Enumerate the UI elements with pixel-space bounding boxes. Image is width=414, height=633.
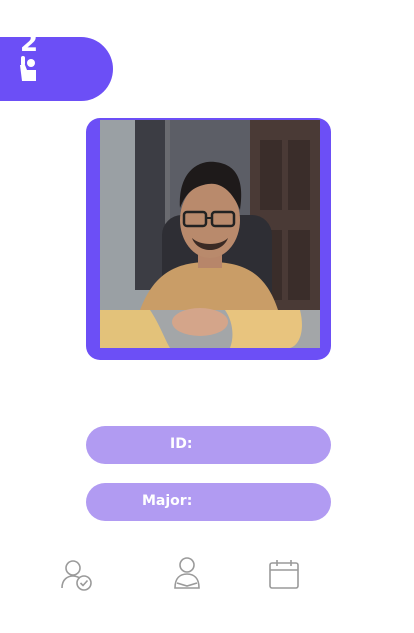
student-card: 2 PHOTO ID: Major: bbox=[0, 0, 414, 633]
badge-number: 2 bbox=[20, 28, 39, 58]
major-field bbox=[86, 483, 331, 521]
profile-photo[interactable] bbox=[100, 120, 320, 348]
calendar-icon[interactable] bbox=[268, 558, 300, 590]
user-check-icon[interactable] bbox=[60, 558, 94, 592]
major-label: Major: bbox=[142, 493, 193, 509]
id-field bbox=[86, 426, 331, 464]
profile-photo-frame bbox=[86, 118, 331, 360]
reader-icon[interactable] bbox=[172, 556, 202, 592]
rank-badge bbox=[0, 37, 113, 101]
id-label: ID: bbox=[170, 436, 193, 452]
person-raising-hand-icon bbox=[20, 56, 36, 81]
